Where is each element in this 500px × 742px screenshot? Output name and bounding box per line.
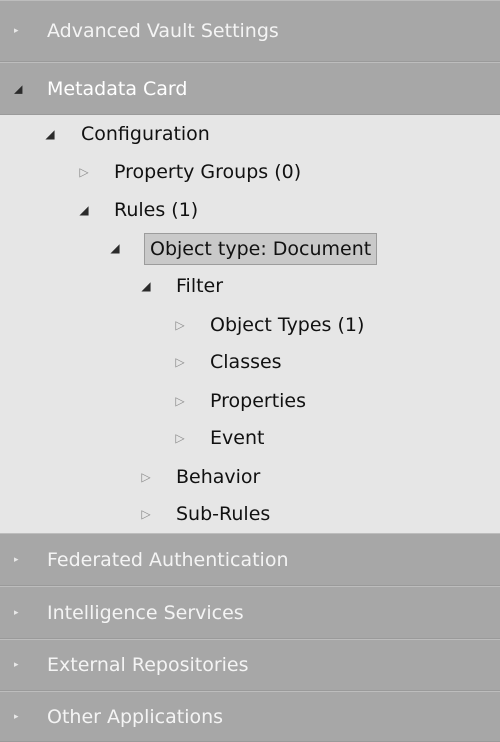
section-label: Advanced Vault Settings bbox=[47, 20, 279, 42]
collapsed-arrow-icon[interactable]: ▷ bbox=[170, 345, 190, 379]
expanded-arrow-icon[interactable]: ◢ bbox=[40, 117, 60, 151]
tree-node-label: Properties bbox=[210, 390, 307, 412]
section-other-applications[interactable]: ▸ Other Applications bbox=[0, 691, 500, 742]
tree-node-label: Filter bbox=[176, 275, 224, 297]
collapsed-arrow-icon: ▸ bbox=[14, 554, 19, 565]
expanded-arrow-icon[interactable]: ◢ bbox=[74, 193, 94, 227]
collapsed-arrow-icon[interactable]: ▷ bbox=[170, 421, 190, 455]
tree-node-label: Sub-Rules bbox=[176, 503, 271, 525]
section-intelligence-services[interactable]: ▸ Intelligence Services bbox=[0, 586, 500, 639]
section-metadata-card[interactable]: ◢ Metadata Card bbox=[0, 62, 500, 115]
metadata-card-tree: ◢ Configuration ▷ Property Groups (0) ◢ … bbox=[0, 115, 500, 533]
tree-node-label: Object type: Document bbox=[144, 233, 378, 265]
tree-node-label: Event bbox=[210, 427, 265, 449]
tree-node-label: Property Groups (0) bbox=[114, 161, 302, 183]
section-label: Intelligence Services bbox=[47, 601, 244, 624]
collapsed-arrow-icon: ▸ bbox=[14, 711, 19, 722]
collapsed-arrow-icon[interactable]: ▷ bbox=[136, 460, 156, 494]
section-label: Other Applications bbox=[47, 705, 224, 728]
tree-node-label: Rules (1) bbox=[114, 199, 199, 221]
collapsed-arrow-icon: ▸ bbox=[14, 660, 19, 670]
collapsed-arrow-icon[interactable]: ▷ bbox=[74, 155, 94, 189]
expanded-arrow-icon[interactable]: ◢ bbox=[105, 231, 125, 265]
collapsed-arrow-icon: ▸ bbox=[14, 607, 19, 618]
tree-node-label: Classes bbox=[210, 351, 282, 373]
tree-node-label: Object Types (1) bbox=[210, 314, 365, 336]
vault-settings-panel: ▸ Advanced Vault Settings ◢ Metadata Car… bbox=[0, 0, 500, 742]
section-label: Metadata Card bbox=[47, 77, 188, 100]
collapsed-arrow-icon[interactable]: ▷ bbox=[136, 497, 156, 531]
tree-node-label: Behavior bbox=[176, 466, 261, 488]
collapsed-arrow-icon[interactable]: ▷ bbox=[170, 384, 190, 418]
section-label: External Repositories bbox=[47, 654, 249, 676]
expanded-arrow-icon: ◢ bbox=[14, 82, 23, 95]
section-label: Federated Authentication bbox=[47, 548, 289, 571]
section-federated-authentication[interactable]: ▸ Federated Authentication bbox=[0, 533, 500, 586]
section-external-repositories[interactable]: ▸ External Repositories bbox=[0, 639, 500, 691]
expanded-arrow-icon[interactable]: ◢ bbox=[136, 269, 156, 303]
collapsed-arrow-icon: ▸ bbox=[14, 26, 19, 36]
collapsed-arrow-icon[interactable]: ▷ bbox=[170, 308, 190, 342]
tree-node-label: Configuration bbox=[81, 123, 210, 145]
section-advanced-vault-settings[interactable]: ▸ Advanced Vault Settings bbox=[0, 0, 500, 62]
